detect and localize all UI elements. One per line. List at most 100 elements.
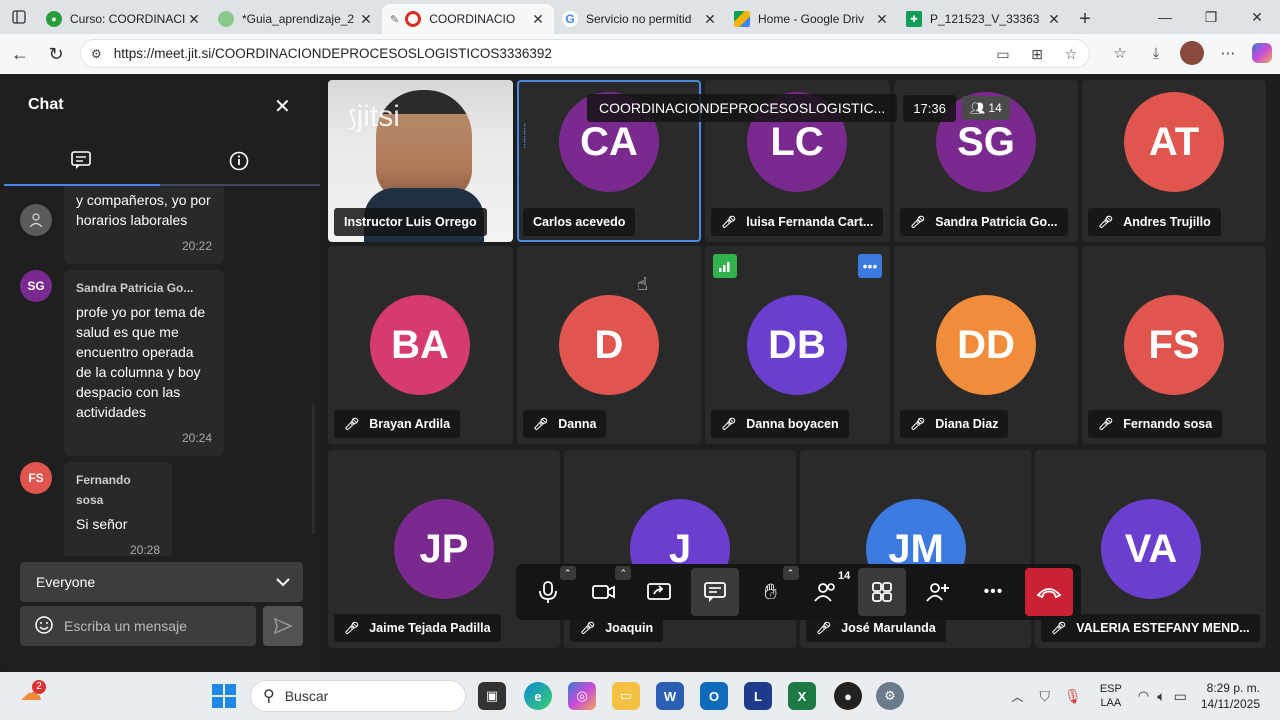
favorites-icon[interactable]: ☆ <box>1108 40 1132 66</box>
clock[interactable]: 8:29 p. m. 14/11/2025 <box>1201 680 1260 712</box>
downloads-icon[interactable]: ⤓ <box>1144 40 1168 66</box>
tab-close-icon[interactable]: ✕ <box>358 11 374 28</box>
invite-button[interactable] <box>914 568 962 616</box>
video-tile[interactable]: BA 🎤︎ Brayan Ardila <box>328 246 513 444</box>
tile-more-options-icon[interactable]: ••• <box>858 254 882 278</box>
tab-favicon-icon <box>405 11 422 27</box>
connection-status-icon[interactable] <box>713 254 737 278</box>
copilot-icon[interactable] <box>1252 43 1272 63</box>
browser-tab[interactable]: G Servicio no permitid ✕ <box>554 4 726 34</box>
more-actions-button[interactable]: ••• <box>970 568 1018 616</box>
chat-scrollbar[interactable] <box>312 404 315 534</box>
edge-icon[interactable]: e <box>524 682 552 710</box>
recipient-select[interactable]: Everyone <box>20 562 303 602</box>
url-field[interactable]: ⚙ https://meet.jit.si/COORDINACIONDEPROC… <box>80 39 1090 68</box>
new-tab-button[interactable]: + <box>1070 4 1100 34</box>
chevron-up-icon[interactable]: ︿ <box>1012 688 1024 705</box>
microphone-in-use-icon[interactable]: 🎙︎ <box>1064 688 1082 705</box>
favorite-star-icon[interactable]: ☆ <box>1061 44 1081 64</box>
file-explorer-icon[interactable]: ▭ <box>612 682 640 710</box>
message-bubble: Fernando sosa Si señor 20:28 <box>64 462 172 556</box>
camera-button[interactable]: ⌃ <box>580 566 632 616</box>
language-indicator[interactable]: ESP LAA <box>1100 682 1122 710</box>
participant-name-tag: 🎤︎ Danna <box>523 410 607 438</box>
participant-name-tag: 🎤︎ luisa Fernanda Cart... <box>711 208 884 236</box>
chat-message: y compañeros, yo por horarios laborales … <box>20 186 224 264</box>
minimize-icon[interactable]: — <box>1142 0 1188 34</box>
recorder-app-icon[interactable]: ● <box>834 682 862 710</box>
tab-close-icon[interactable]: ✕ <box>1046 11 1062 28</box>
browser-tab[interactable]: ✚ P_121523_V_33363 ✕ <box>898 4 1070 34</box>
microphone-icon <box>538 581 557 603</box>
teams-like-app-icon[interactable]: L <box>744 682 772 710</box>
participant-name-tag: 🎤︎ Brayan Ardila <box>334 410 461 438</box>
video-tile[interactable]: ••• DB 🎤︎ Danna boyacen <box>705 246 890 444</box>
close-window-icon[interactable]: ✕ <box>1234 0 1280 34</box>
video-tile[interactable]: FS 🎤︎ Fernando sosa <box>1082 246 1266 444</box>
excel-icon[interactable]: X <box>788 682 816 710</box>
outlook-icon[interactable]: O <box>700 682 728 710</box>
start-button[interactable] <box>212 684 236 713</box>
camera-in-use-icon[interactable]: ▭ <box>993 44 1013 64</box>
back-icon[interactable]: ← <box>2 36 38 72</box>
restore-icon[interactable]: ❐ <box>1188 0 1234 34</box>
chevron-up-icon[interactable]: ⌃ <box>782 566 799 580</box>
video-tile[interactable]: D 🎤︎ Danna ☝ <box>517 246 701 444</box>
task-view-icon[interactable]: ▣ <box>478 682 506 710</box>
message-time: 20:28 <box>129 543 160 556</box>
url-text: https://meet.jit.si/COORDINACIONDEPROCES… <box>113 46 552 61</box>
app-available-icon[interactable]: ⊞ <box>1027 44 1047 64</box>
tab-close-icon[interactable]: ✕ <box>186 11 202 28</box>
message-placeholder: Escriba un mensaje <box>64 618 187 634</box>
tab-close-icon[interactable]: ✕ <box>874 11 890 28</box>
tab-actions-icon[interactable] <box>0 0 38 34</box>
info-tab-icon[interactable] <box>228 150 250 177</box>
close-chat-icon[interactable]: ✕ <box>274 94 291 119</box>
emoji-icon[interactable] <box>34 615 54 638</box>
chat-toggle-button[interactable] <box>691 568 739 616</box>
word-icon[interactable]: W <box>656 682 684 710</box>
leave-meeting-button[interactable] <box>1025 568 1074 616</box>
participant-name: Danna <box>558 417 597 431</box>
taskbar-search[interactable]: ⚲ Buscar <box>250 680 466 712</box>
mic-muted-icon: 🎤︎ <box>344 621 360 635</box>
browser-tab[interactable]: *Guia_aprendizaje_2 ✕ <box>210 4 382 34</box>
browser-tab[interactable]: Home - Google Driv ✕ <box>726 4 898 34</box>
more-menu-icon[interactable]: ⋯ <box>1216 40 1240 66</box>
video-tile[interactable]: AT 🎤︎ Andres Trujillo <box>1082 80 1266 242</box>
share-screen-button[interactable] <box>635 568 683 616</box>
battery-icon[interactable]: ▭ <box>1174 688 1187 705</box>
video-tile[interactable]: DD 🎤︎ Diana Diaz <box>894 246 1078 444</box>
mic-muted-icon: 🎤︎ <box>816 621 832 635</box>
tile-view-button[interactable] <box>858 568 906 616</box>
participants-button[interactable]: 14 <box>803 568 851 616</box>
participants-badge: 14 <box>837 570 851 582</box>
site-info-icon[interactable]: ⚙ <box>91 47 102 61</box>
participant-count-badge[interactable]: 👥︎ 14 <box>961 96 1010 120</box>
browser-tab[interactable]: ● Curso: COORDINACI ✕ <box>38 4 210 34</box>
profile-avatar[interactable] <box>1180 41 1204 65</box>
chevron-up-icon[interactable]: ⌃ <box>615 566 632 580</box>
microphone-button[interactable]: ⌃ <box>524 566 576 616</box>
drag-handle-icon[interactable]: ⁞ ⁞ ⁞ <box>523 122 527 164</box>
raise-hand-button[interactable]: ✋︎ ⌃ <box>747 566 799 616</box>
volume-icon[interactable]: 🔈︎ <box>1157 688 1165 705</box>
copilot-app-icon[interactable]: ◎ <box>568 682 596 710</box>
tab-close-icon[interactable]: ✕ <box>702 11 718 28</box>
message-input[interactable]: Escriba un mensaje <box>20 606 256 646</box>
address-bar: ← ↻ ⚙ https://meet.jit.si/COORDINACIONDE… <box>0 34 1280 74</box>
chat-messages-tab-icon[interactable] <box>70 150 92 175</box>
browser-tab-active[interactable]: ✎ COORDINACIO ✕ <box>382 4 554 34</box>
wifi-icon[interactable]: ◠ <box>1138 688 1149 704</box>
chat-message-list[interactable]: y compañeros, yo por horarios laborales … <box>4 186 320 556</box>
hang-up-icon <box>1036 588 1062 599</box>
widgets-button[interactable]: ☁ 2 <box>20 680 48 710</box>
security-icon[interactable]: ⛉ <box>1040 688 1051 705</box>
settings-gear-icon[interactable]: ⚙ <box>876 682 904 710</box>
send-button[interactable] <box>263 606 303 646</box>
video-tile-local[interactable]: ⟆jitsi Instructor Luis Orrego <box>328 80 513 242</box>
reload-icon[interactable]: ↻ <box>38 36 74 72</box>
participant-name-tag: Instructor Luis Orrego <box>334 208 487 236</box>
chevron-up-icon[interactable]: ⌃ <box>559 566 576 580</box>
tab-close-icon[interactable]: ✕ <box>530 11 546 28</box>
